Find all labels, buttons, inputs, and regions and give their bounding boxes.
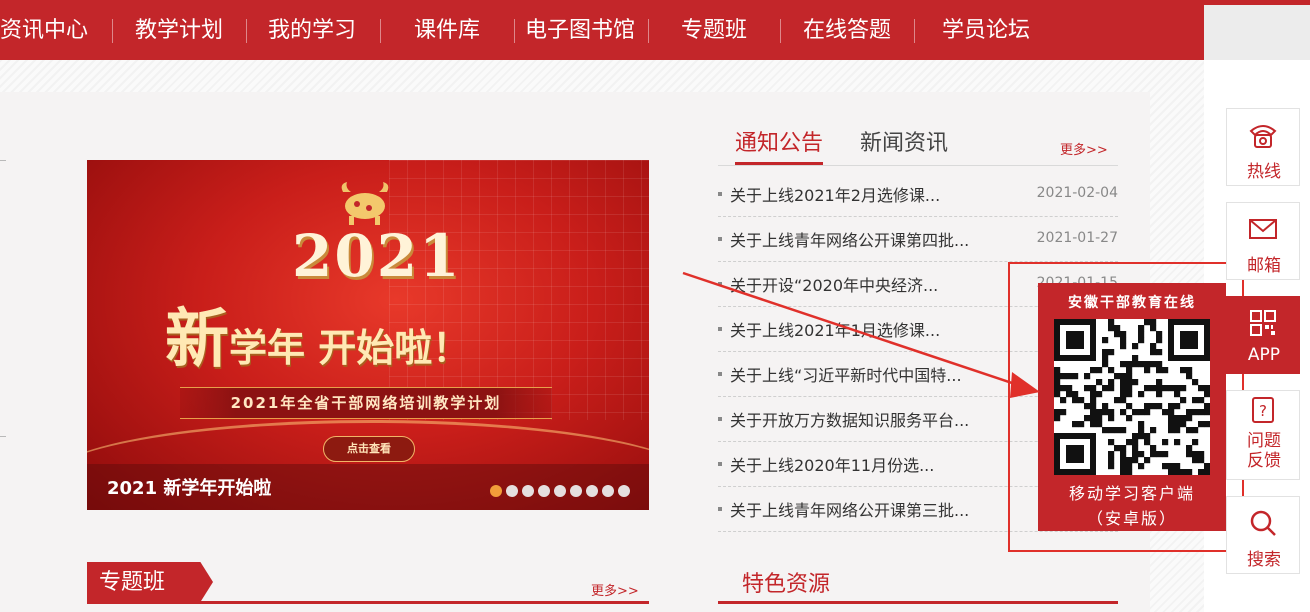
nav-item-e-library[interactable]: 电子图书馆 — [525, 0, 635, 60]
notice-title[interactable]: 关于上线青年网络公开课第四批... — [730, 227, 969, 251]
question-icon: ? — [1252, 397, 1274, 423]
sidebar-feedback-label: 问题 反馈 — [1227, 431, 1301, 471]
sidebar-search-label: 搜索 — [1247, 550, 1281, 570]
nav-separator — [648, 19, 649, 43]
sidebar-feedback-line1: 问题 — [1247, 431, 1281, 451]
panel-edge-tick — [0, 160, 6, 161]
nav-item-teaching-plan[interactable]: 教学计划 — [135, 0, 223, 60]
banner-carousel[interactable]: 2021 新学年 开始啦！ 2021年全省干部网络培训教学计划 点击查看 202… — [87, 160, 649, 510]
qr-footer-subtitle: （安卓版） — [1086, 509, 1177, 528]
notice-title[interactable]: 关于上线“习近平新时代中国特... — [730, 362, 962, 386]
notice-tabs: 通知公告 新闻资讯 更多>> — [718, 128, 1118, 166]
carousel-dot[interactable] — [554, 485, 566, 497]
notice-title[interactable]: 关于上线2020年11月份选... — [730, 452, 934, 476]
top-nav: 资讯中心 教学计划 我的学习 课件库 电子图书馆 专题班 在线答题 学员论坛 — [0, 0, 1204, 60]
nav-item-my-study[interactable]: 我的学习 — [268, 0, 356, 60]
sidebar-search[interactable]: 搜索 — [1226, 496, 1300, 574]
feature-resources-header: 特色资源 — [718, 564, 1118, 604]
notice-date: 2021-01-27 — [1036, 230, 1118, 246]
carousel-dot[interactable] — [506, 485, 518, 497]
carousel-dots — [490, 482, 634, 497]
sidebar-app[interactable]: APP — [1226, 296, 1300, 374]
notice-item[interactable]: 关于上线2021年2月选修课... 2021-02-04 — [718, 172, 1118, 217]
carousel-dot[interactable] — [570, 485, 582, 497]
nav-item-courseware[interactable]: 课件库 — [414, 0, 480, 60]
top-right-strip — [1204, 0, 1310, 60]
nav-separator — [112, 19, 113, 43]
carousel-dot[interactable] — [522, 485, 534, 497]
bullet-icon — [718, 282, 722, 286]
notice-title[interactable]: 关于上线青年网络公开课第三批... — [730, 497, 969, 521]
banner-year: 2021 — [292, 222, 462, 290]
qrcode-icon — [1250, 310, 1276, 336]
carousel-dot[interactable] — [586, 485, 598, 497]
notices-more-link[interactable]: 更多>> — [1060, 139, 1108, 158]
panel-edge-tick — [0, 436, 6, 437]
right-sidebar: 热线 邮箱 APP ? 问题 反馈 搜索 — [1226, 108, 1300, 590]
tab-news[interactable]: 新闻资讯 — [860, 128, 948, 160]
sidebar-mailbox-label: 邮箱 — [1247, 256, 1281, 276]
banner-slogan: 新学年 开始啦！ — [165, 288, 470, 380]
search-icon — [1250, 510, 1276, 536]
notice-date: 2021-02-04 — [1036, 185, 1118, 201]
sidebar-hotline-label: 热线 — [1247, 162, 1281, 182]
notice-title[interactable]: 关于上线2021年1月选修课... — [730, 317, 940, 341]
phone-icon — [1249, 125, 1277, 148]
bullet-icon — [718, 192, 722, 196]
feature-resources-title: 特色资源 — [742, 572, 831, 597]
nav-separator — [514, 19, 515, 43]
banner-plan-ribbon: 2021年全省干部网络培训教学计划 — [180, 387, 552, 419]
special-class-more-link[interactable]: 更多>> — [591, 580, 639, 599]
banner-view-button[interactable]: 点击查看 — [323, 436, 415, 462]
sidebar-app-label: APP — [1247, 345, 1281, 365]
bullet-icon — [718, 327, 722, 331]
mail-icon — [1249, 219, 1277, 239]
qr-footer-title: 移动学习客户端 — [1068, 484, 1195, 503]
sidebar-feedback-line2: 反馈 — [1247, 451, 1281, 471]
nav-item-forum[interactable]: 学员论坛 — [942, 0, 1030, 60]
banner-slogan-big: 新 — [165, 302, 229, 377]
carousel-dot[interactable] — [602, 485, 614, 497]
nav-separator — [780, 19, 781, 43]
carousel-dot[interactable] — [538, 485, 550, 497]
banner-caption[interactable]: 2021 新学年开始啦 — [107, 474, 271, 500]
special-class-header: 专题班 更多>> — [87, 562, 649, 604]
qr-popup: 安徽干部教育在线 移动学习客户端 （安卓版） — [1038, 283, 1226, 531]
nav-item-special-class[interactable]: 专题班 — [681, 0, 747, 60]
top-red-bar — [1204, 0, 1310, 5]
nav-separator — [914, 19, 915, 43]
qr-header: 安徽干部教育在线 — [1068, 295, 1196, 311]
nav-item-news-center[interactable]: 资讯中心 — [0, 0, 88, 60]
sidebar-hotline[interactable]: 热线 — [1226, 108, 1300, 186]
special-class-title: 专题班 — [87, 562, 213, 602]
carousel-dot[interactable] — [490, 485, 502, 497]
bullet-icon — [718, 372, 722, 376]
bullet-icon — [718, 237, 722, 241]
notice-title[interactable]: 关于上线2021年2月选修课... — [730, 182, 940, 206]
bullet-icon — [718, 462, 722, 466]
carousel-dot[interactable] — [618, 485, 630, 497]
bullet-icon — [718, 507, 722, 511]
nav-separator — [246, 19, 247, 43]
svg-text:?: ? — [1259, 402, 1267, 420]
qr-code-icon — [1054, 319, 1210, 475]
tab-notices[interactable]: 通知公告 — [735, 128, 824, 165]
nav-item-online-quiz[interactable]: 在线答题 — [803, 0, 891, 60]
notice-title[interactable]: 关于开设“2020年中央经济... — [730, 272, 938, 296]
banner-slogan-rest: 学年 开始啦！ — [229, 325, 471, 370]
nav-separator — [380, 19, 381, 43]
notice-item[interactable]: 关于上线青年网络公开课第四批... 2021-01-27 — [718, 217, 1118, 262]
sidebar-mailbox[interactable]: 邮箱 — [1226, 202, 1300, 280]
bullet-icon — [718, 417, 722, 421]
sidebar-feedback[interactable]: ? 问题 反馈 — [1226, 390, 1300, 480]
ox-icon — [341, 182, 389, 225]
notice-title[interactable]: 关于开放万方数据知识服务平台... — [730, 407, 969, 431]
